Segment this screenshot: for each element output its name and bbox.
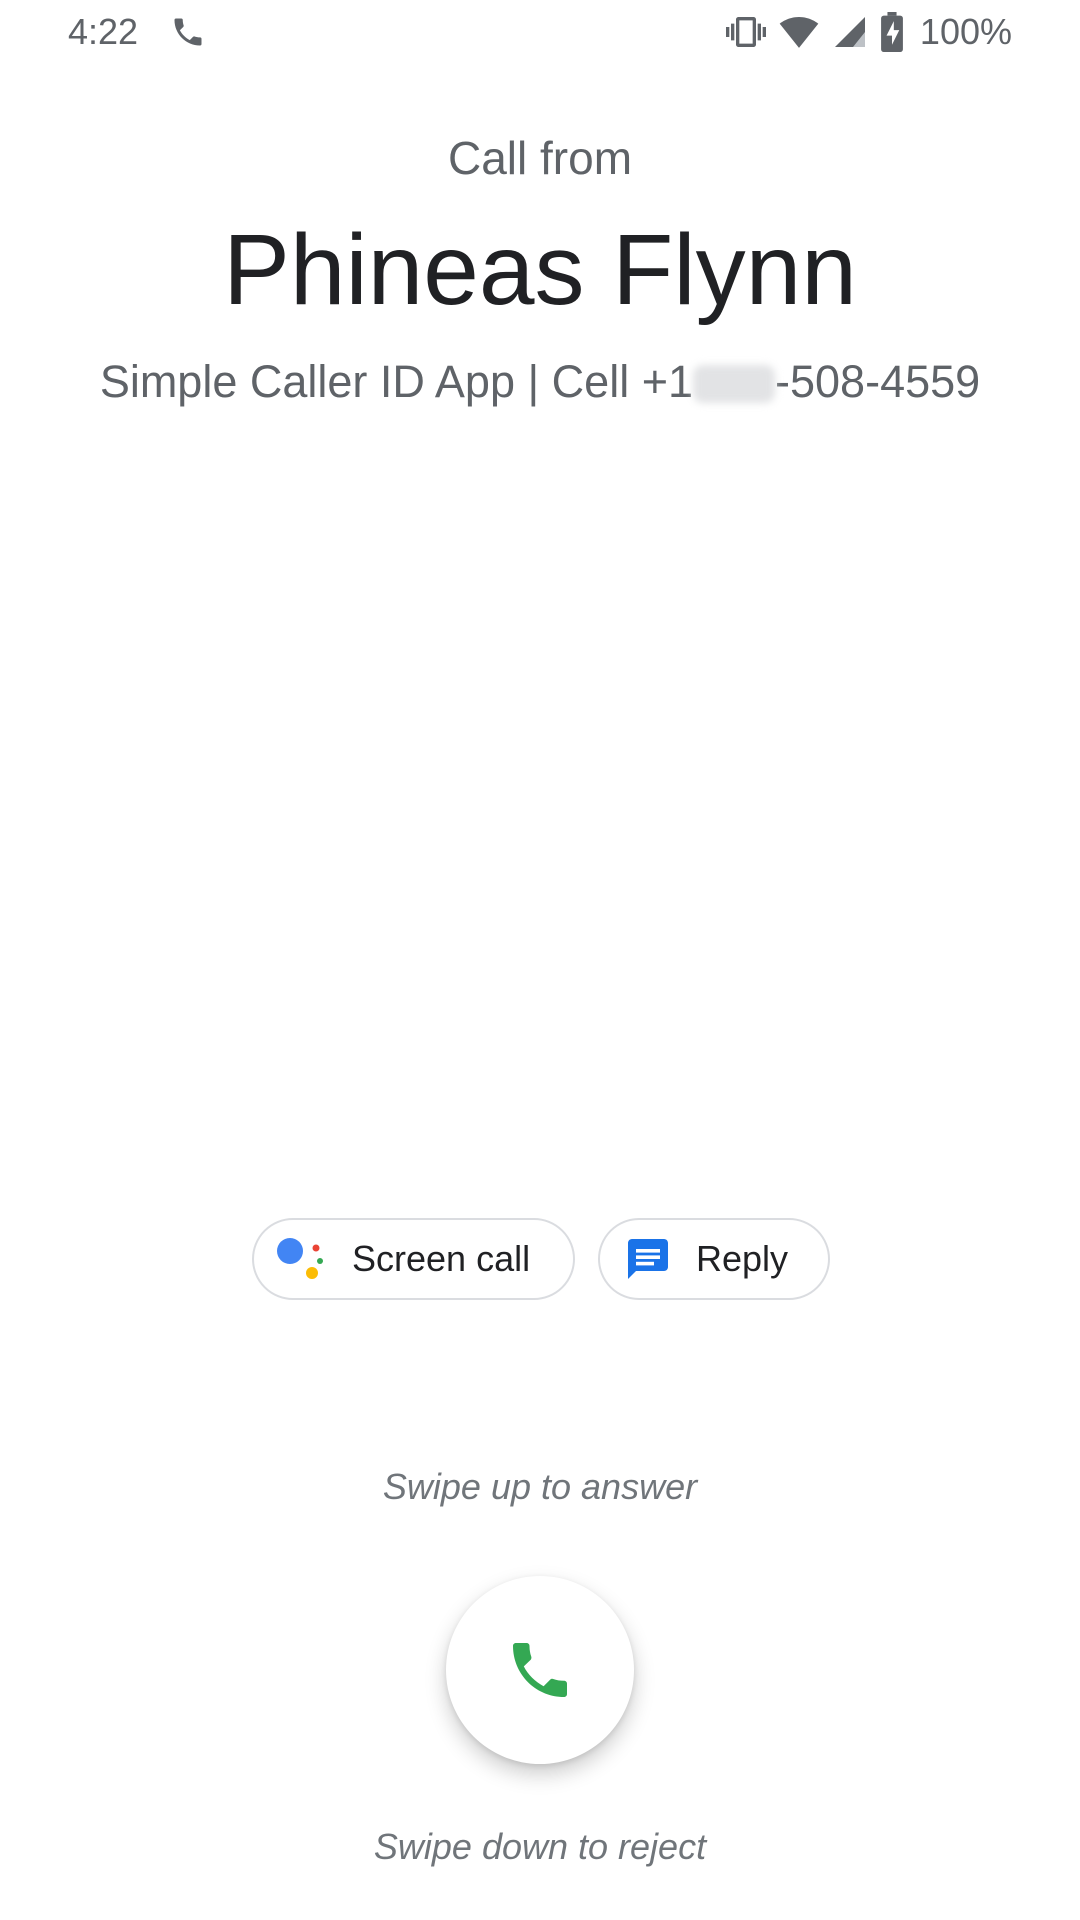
- incoming-call-screen: 4:22 100% Call from Phineas Flynn Simple…: [0, 0, 1080, 1920]
- caller-detail-suffix: -508-4559: [775, 356, 981, 407]
- swipe-up-hint: Swipe up to answer: [382, 1466, 698, 1507]
- swipe-down-hint: Swipe down to reject: [373, 1826, 707, 1867]
- cell-signal-icon: [834, 17, 865, 47]
- wifi-icon: [779, 17, 819, 48]
- caller-name: Phineas Flynn: [223, 214, 857, 326]
- reply-button[interactable]: Reply: [598, 1218, 830, 1300]
- status-bar: 4:22 100%: [0, 0, 1080, 66]
- message-icon: [628, 1239, 668, 1279]
- caller-detail: Simple Caller ID App | Cell +1 -508-4559: [0, 352, 1080, 412]
- screen-call-label: Screen call: [352, 1238, 531, 1279]
- redacted-area-code: [693, 365, 776, 403]
- caller-detail-prefix: Simple Caller ID App | Cell +1: [99, 356, 694, 407]
- reply-label: Reply: [696, 1238, 789, 1279]
- answer-call-button[interactable]: [446, 1576, 634, 1764]
- phone-icon: [174, 18, 202, 46]
- status-time: 4:22: [68, 11, 139, 52]
- screen-call-button[interactable]: Screen call: [252, 1218, 575, 1300]
- phone-answer-icon: [513, 1643, 567, 1697]
- status-icons: 100%: [725, 10, 1012, 54]
- vibrate-icon: [725, 17, 766, 47]
- battery-level: 100%: [919, 11, 1012, 52]
- call-from-label: Call from: [447, 132, 633, 184]
- battery-charging-icon: [881, 12, 903, 52]
- google-assistant-icon: [277, 1238, 323, 1279]
